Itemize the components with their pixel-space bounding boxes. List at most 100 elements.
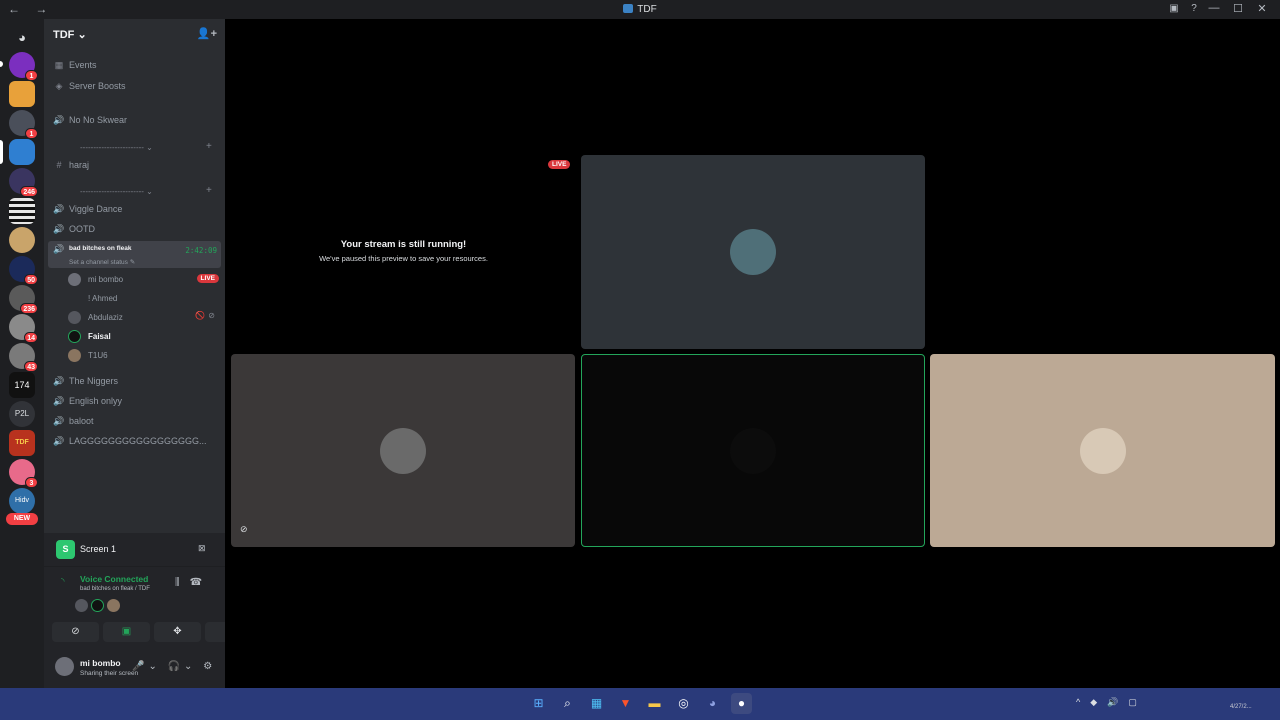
clock[interactable]: 4/27/2... bbox=[1230, 704, 1252, 710]
window-title: TDF bbox=[0, 4, 1280, 15]
discord-icon[interactable]: ◕ bbox=[702, 693, 723, 714]
start-icon[interactable]: ⊞ bbox=[528, 693, 549, 714]
voice-channel-no-no-skwear[interactable]: 🔊 No No Skwear bbox=[48, 111, 221, 129]
voice-channel[interactable]: 🔊 English onlyy bbox=[48, 392, 221, 410]
server-icon-13[interactable]: P2L bbox=[9, 401, 35, 427]
signal-icon[interactable]: ◝ bbox=[61, 576, 65, 587]
server-badge: 1 bbox=[25, 70, 38, 81]
voice-member[interactable]: Faisal bbox=[68, 327, 221, 345]
tray-app-icon[interactable]: ◆ bbox=[1090, 697, 1097, 708]
brave-icon[interactable]: ▼ bbox=[615, 693, 636, 714]
category-2[interactable]: ------------------------ ⌄ bbox=[80, 187, 153, 196]
server-icon-14[interactable]: TDF bbox=[9, 430, 35, 456]
avatar bbox=[730, 427, 776, 474]
voice-channel[interactable]: 🔊 LAGGGGGGGGGGGGGGGGG... bbox=[48, 432, 221, 450]
calendar-icon: ▦ bbox=[54, 59, 64, 70]
avatar bbox=[68, 329, 81, 343]
server-icon-12[interactable]: 174 bbox=[9, 372, 35, 398]
guild-name: TDF ⌄ bbox=[53, 28, 87, 41]
events-item[interactable]: ▦ Events bbox=[48, 56, 221, 74]
inbox-icon[interactable]: ▣ bbox=[1168, 3, 1180, 15]
avatar bbox=[68, 348, 81, 362]
member-name: Abdulaziz bbox=[88, 312, 123, 322]
share-screen-button[interactable]: ▣ bbox=[103, 622, 150, 642]
voice-member[interactable]: mi bombo LIVE bbox=[68, 270, 221, 288]
maximize-button[interactable]: ☐ bbox=[1226, 2, 1250, 15]
files-app-icon[interactable]: ▦ bbox=[586, 693, 607, 714]
server-icon-5[interactable]: 246 bbox=[9, 168, 38, 197]
server-icon-7[interactable] bbox=[9, 227, 35, 253]
server-icon-9[interactable]: 236 bbox=[9, 285, 38, 314]
network-icon[interactable]: ▢ bbox=[1128, 697, 1137, 708]
user-tile-right[interactable] bbox=[930, 354, 1275, 547]
server-boosts-item[interactable]: ◈ Server Boosts bbox=[48, 77, 221, 95]
server-icon-2[interactable] bbox=[9, 81, 35, 107]
tray-chevron-icon[interactable]: ^ bbox=[1076, 697, 1080, 708]
voice-member[interactable]: ! Ahmed bbox=[68, 289, 221, 307]
server-icon-text: TDF bbox=[15, 439, 29, 446]
noise-and-disconnect-icons[interactable]: ⫼☎ bbox=[175, 577, 212, 588]
channel-label: baloot bbox=[69, 416, 94, 426]
stop-share-icon[interactable]: ⊠ bbox=[198, 543, 206, 554]
channel-label: English onlyy bbox=[69, 396, 123, 406]
add-channel-icon[interactable]: + bbox=[206, 141, 212, 152]
server-icon-8[interactable]: 50 bbox=[9, 256, 38, 285]
voice-member[interactable]: T1U6 bbox=[68, 346, 221, 364]
stream-tile-top[interactable] bbox=[581, 155, 925, 349]
avatar[interactable] bbox=[55, 657, 74, 676]
voice-channel[interactable]: 🔊 baloot bbox=[48, 412, 221, 430]
voice-channel-ootd[interactable]: 🔊 OOTD bbox=[48, 220, 221, 238]
server-icon-10[interactable]: 14 bbox=[9, 314, 38, 343]
search-icon[interactable]: ⌕ bbox=[557, 693, 578, 714]
close-button[interactable]: ✕ bbox=[1250, 2, 1274, 15]
server-icon-6[interactable] bbox=[9, 198, 35, 224]
guild-header[interactable]: TDF ⌄ 👤+ bbox=[44, 19, 225, 49]
user-tile-center[interactable] bbox=[581, 354, 925, 547]
avatar bbox=[91, 599, 104, 612]
voice-channel-path[interactable]: bad bitches on fleak / TDF bbox=[80, 586, 150, 592]
member-name: mi bombo bbox=[88, 274, 124, 284]
activities-button[interactable]: ✥ bbox=[154, 622, 201, 642]
voice-connected-label[interactable]: Voice Connected bbox=[80, 574, 148, 584]
system-tray: ^ ◆ 🔊 ▢ bbox=[1076, 697, 1137, 708]
server-icon-text: Hidv bbox=[14, 497, 29, 504]
server-icon-16[interactable]: Hidv bbox=[9, 488, 35, 514]
explorer-icon[interactable]: ▬ bbox=[644, 693, 665, 714]
channel-status[interactable]: Set a channel status ✎ bbox=[69, 258, 135, 266]
voice-channel-viggle-dance[interactable]: 🔊 Viggle Dance bbox=[48, 200, 221, 218]
server-badge: 50 bbox=[24, 274, 38, 285]
speaker-icon: 🔊 bbox=[53, 203, 65, 214]
avatar bbox=[730, 229, 776, 275]
server-icon-15[interactable]: 3 bbox=[9, 459, 38, 488]
server-icon-1[interactable]: 1 bbox=[9, 52, 38, 81]
minimize-button[interactable]: — bbox=[1202, 2, 1226, 15]
help-icon[interactable]: ? bbox=[1188, 3, 1200, 15]
user-name[interactable]: mi bombo bbox=[80, 658, 121, 668]
channel-label: Viggle Dance bbox=[69, 204, 123, 214]
member-name: Faisal bbox=[88, 331, 111, 341]
category-1[interactable]: ------------------------ ⌄ bbox=[80, 143, 153, 152]
server-icon-11[interactable]: 43 bbox=[9, 343, 38, 372]
voice-member[interactable]: Abdulaziz 🚫⊘ bbox=[68, 308, 221, 326]
camera-off-button[interactable]: ⊘ bbox=[52, 622, 99, 642]
text-channel-haraj[interactable]: # haraj bbox=[48, 156, 221, 174]
active-voice-channel[interactable]: 🔊 bad bitches on fleak 2:42:09 Set a cha… bbox=[48, 241, 221, 268]
add-channel-icon[interactable]: + bbox=[206, 185, 212, 196]
voice-channel[interactable]: 🔊 The Niggers bbox=[48, 372, 221, 390]
speaker-icon: 🔊 bbox=[53, 435, 65, 446]
user-tile-left[interactable] bbox=[231, 354, 575, 547]
volume-icon[interactable]: 🔊 bbox=[1107, 697, 1118, 708]
server-icon-4[interactable] bbox=[9, 139, 35, 165]
server-badge: 14 bbox=[24, 332, 38, 343]
boost-icon: ◈ bbox=[55, 80, 63, 91]
user-area: mi bombo Sharing their screen 🎤⌄ 🎧⌄ ⚙ bbox=[44, 649, 225, 688]
channel-label: No No Skwear bbox=[69, 115, 128, 125]
paused-subtitle: We've paused this preview to save your r… bbox=[319, 254, 488, 263]
discord-home-icon[interactable]: ◕ bbox=[9, 25, 35, 51]
paused-stream-preview[interactable]: Your stream is still running! We've paus… bbox=[231, 155, 576, 350]
steam-icon[interactable]: ◎ bbox=[673, 693, 694, 714]
obs-icon[interactable]: ● bbox=[731, 693, 752, 714]
mic-headset-settings-icons[interactable]: 🎤⌄ 🎧⌄ ⚙ bbox=[132, 661, 216, 672]
invite-icon[interactable]: 👤+ bbox=[197, 27, 217, 40]
server-icon-3[interactable]: 1 bbox=[9, 110, 38, 139]
